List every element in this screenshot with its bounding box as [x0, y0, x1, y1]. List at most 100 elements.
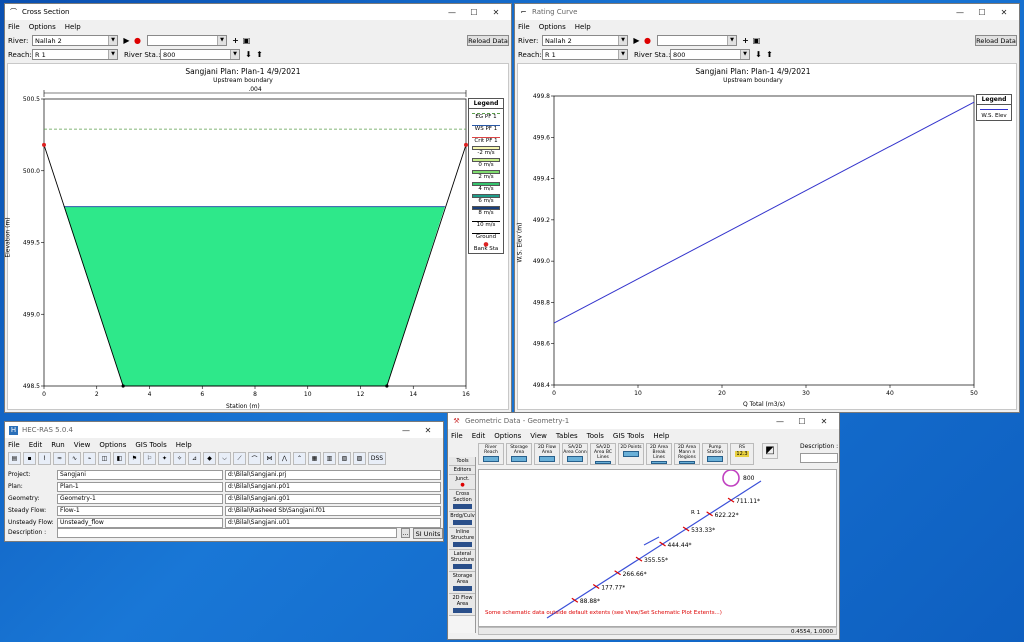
- river-sta-select[interactable]: 800 ▼: [670, 49, 750, 60]
- tool-button[interactable]: 2D Points: [618, 443, 644, 465]
- description-input[interactable]: [800, 453, 838, 463]
- profile-table-icon[interactable]: ▥: [323, 452, 336, 465]
- plus-icon[interactable]: +: [740, 35, 751, 46]
- detailed-output-icon[interactable]: ▦: [308, 452, 321, 465]
- field-path[interactable]: d:\Bilal\Sangjani.prj: [225, 470, 441, 480]
- description-more-button[interactable]: …: [401, 528, 410, 538]
- unsteady-run-icon[interactable]: ⚐: [143, 452, 156, 465]
- menu-tables[interactable]: Tables: [556, 432, 578, 440]
- field-path[interactable]: d:\Bilal\Sangjani.p01: [225, 482, 441, 492]
- close-icon[interactable]: ✕: [485, 8, 507, 17]
- cross-section-plot-icon[interactable]: ⌵: [218, 452, 231, 465]
- description-input[interactable]: [57, 528, 397, 538]
- steady-flow-icon[interactable]: ≈: [53, 452, 66, 465]
- arrow-down-icon[interactable]: ⬇: [753, 49, 764, 60]
- minimize-icon[interactable]: —: [441, 8, 463, 17]
- menu-options[interactable]: Options: [494, 432, 521, 440]
- tool-button[interactable]: 2D Flow Area: [534, 443, 560, 465]
- minimize-icon[interactable]: —: [949, 8, 971, 17]
- menu-tools[interactable]: Tools: [587, 432, 604, 440]
- summary-table-icon[interactable]: ▧: [338, 452, 351, 465]
- menu-view[interactable]: View: [530, 432, 547, 440]
- record-icon[interactable]: ●: [132, 35, 143, 46]
- sidebar-tool[interactable]: Storage Area: [449, 572, 475, 594]
- xyz-plot-icon[interactable]: ⋈: [263, 452, 276, 465]
- sidebar-tool[interactable]: Junct. ●: [449, 475, 475, 490]
- river-select[interactable]: Nallah 2 ▼: [542, 35, 628, 46]
- ras-mapper-icon[interactable]: ◆: [203, 452, 216, 465]
- sidebar-tool[interactable]: Lateral Structure: [449, 550, 475, 572]
- sidebar-tool[interactable]: Cross Section: [449, 490, 475, 512]
- menu-options[interactable]: Options: [99, 441, 126, 449]
- menu-run[interactable]: Run: [51, 441, 64, 449]
- tool-button[interactable]: SA/2D Area Conn: [562, 443, 588, 465]
- play-icon[interactable]: ▶: [631, 35, 642, 46]
- steady-run-icon[interactable]: ⚑: [128, 452, 141, 465]
- save-icon[interactable]: ▪: [23, 452, 36, 465]
- close-icon[interactable]: ✕: [417, 426, 439, 435]
- menu-edit[interactable]: Edit: [29, 441, 43, 449]
- tool-button[interactable]: RS 12.3: [730, 443, 754, 465]
- plus-icon[interactable]: +: [230, 35, 241, 46]
- menu-file[interactable]: File: [518, 23, 530, 31]
- hydrograph-icon[interactable]: ⌃: [293, 452, 306, 465]
- sidebar-tool[interactable]: 2D Flow Area: [449, 594, 475, 616]
- schematic-canvas[interactable]: 711.11* 622.22* 533.33* 444.44* 355.55* 266.6…: [478, 469, 837, 627]
- maximize-icon[interactable]: ☐: [463, 8, 485, 17]
- open-project-icon[interactable]: ▤: [8, 452, 21, 465]
- maximize-icon[interactable]: ☐: [971, 8, 993, 17]
- quasi-flow-icon[interactable]: ⌁: [83, 452, 96, 465]
- sediment-icon[interactable]: ◫: [98, 452, 111, 465]
- reach-select[interactable]: R 1 ▼: [32, 49, 118, 60]
- close-icon[interactable]: ✕: [993, 8, 1015, 17]
- menu-help[interactable]: Help: [176, 441, 192, 449]
- camera-icon[interactable]: ▣: [751, 35, 762, 46]
- unsteady-flow-icon[interactable]: ∿: [68, 452, 81, 465]
- hydraulic-design-icon[interactable]: ⊿: [188, 452, 201, 465]
- tool-button[interactable]: River Reach: [478, 443, 504, 465]
- play-icon[interactable]: ▶: [121, 35, 132, 46]
- menu-view[interactable]: View: [74, 441, 91, 449]
- field-value[interactable]: Unsteady_flow: [57, 518, 223, 528]
- tool-button[interactable]: Storage Area: [506, 443, 532, 465]
- menu-file[interactable]: File: [8, 23, 20, 31]
- menu-help[interactable]: Help: [653, 432, 669, 440]
- menu-gis-tools[interactable]: GIS Tools: [613, 432, 644, 440]
- minimize-icon[interactable]: —: [395, 426, 417, 435]
- reach-select[interactable]: R 1 ▼: [542, 49, 628, 60]
- sidebar-tool[interactable]: Brdg/Culv: [449, 512, 475, 528]
- record-icon[interactable]: ●: [642, 35, 653, 46]
- river-select[interactable]: Nallah 2 ▼: [32, 35, 118, 46]
- field-path[interactable]: d:\Bilal\Sangjani.g01: [225, 494, 441, 504]
- maximize-icon[interactable]: ☐: [791, 417, 813, 426]
- profile-select[interactable]: ▼: [147, 35, 227, 46]
- menu-help[interactable]: Help: [575, 23, 591, 31]
- arrow-up-icon[interactable]: ⬆: [764, 49, 775, 60]
- camera-icon[interactable]: ▣: [241, 35, 252, 46]
- report-icon[interactable]: ▨: [353, 452, 366, 465]
- water-quality-icon[interactable]: ◧: [113, 452, 126, 465]
- arrow-down-icon[interactable]: ⬇: [243, 49, 254, 60]
- river-sta-select[interactable]: 800 ▼: [160, 49, 240, 60]
- geometry-icon[interactable]: ⌇: [38, 452, 51, 465]
- profile-plot-icon[interactable]: ⟋: [233, 452, 246, 465]
- menu-file[interactable]: File: [8, 441, 20, 449]
- reload-data-button[interactable]: Reload Data: [467, 35, 509, 46]
- arrow-up-icon[interactable]: ⬆: [254, 49, 265, 60]
- field-path[interactable]: d:\Bilal\Rasheed Sb\Sangjani.f01: [225, 506, 441, 516]
- menu-edit[interactable]: Edit: [472, 432, 486, 440]
- horizontal-scrollbar[interactable]: [478, 627, 837, 635]
- tool-button[interactable]: SA/2D Area BC Lines: [590, 443, 616, 465]
- stage-flow-icon[interactable]: ⋀: [278, 452, 291, 465]
- profile-select[interactable]: ▼: [657, 35, 737, 46]
- sediment-run-icon[interactable]: ✦: [158, 452, 171, 465]
- si-units-button[interactable]: SI Units: [413, 528, 443, 539]
- rating-curve-icon[interactable]: ⌒: [248, 452, 261, 465]
- minimize-icon[interactable]: —: [769, 417, 791, 426]
- tool-button[interactable]: Pump Station: [702, 443, 728, 465]
- menu-gis-tools[interactable]: GIS Tools: [135, 441, 166, 449]
- field-value[interactable]: Sangjani: [57, 470, 223, 480]
- tool-button[interactable]: 2D Area Break Lines: [646, 443, 672, 465]
- menu-options[interactable]: Options: [29, 23, 56, 31]
- field-value[interactable]: Plan-1: [57, 482, 223, 492]
